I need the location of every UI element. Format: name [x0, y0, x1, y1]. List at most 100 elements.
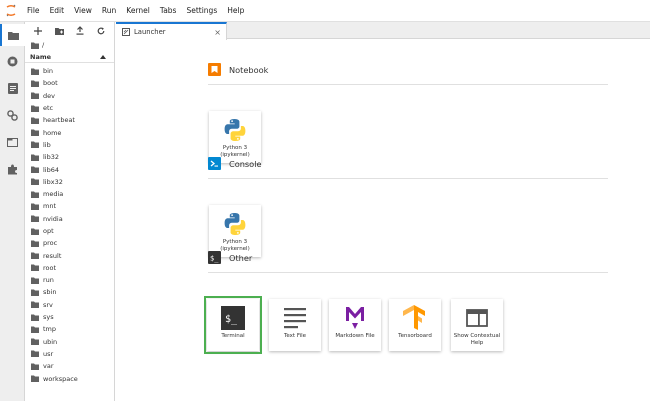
column-name-header[interactable]: Name — [30, 53, 51, 61]
folder-icon — [31, 375, 39, 383]
text-file-card[interactable]: Text File — [269, 299, 321, 351]
folder-icon — [31, 326, 39, 333]
folder-icon — [31, 350, 39, 358]
breadcrumb: / — [25, 39, 114, 51]
menu-kernel[interactable]: Kernel — [121, 0, 155, 22]
plus-icon — [34, 26, 43, 35]
open-tabs-tab[interactable] — [0, 131, 25, 153]
file-list-item[interactable]: lib32 — [25, 151, 114, 163]
file-list-item[interactable]: proc — [25, 237, 114, 249]
folder-icon[interactable] — [31, 42, 39, 49]
folder-icon — [31, 166, 39, 174]
file-list-item[interactable]: lib64 — [25, 163, 114, 175]
notebook-divider — [208, 84, 608, 85]
menu-help[interactable]: Help — [222, 0, 249, 22]
markdown-file-card[interactable]: Markdown File — [329, 299, 381, 351]
file-name: lib64 — [43, 165, 60, 174]
new-launcher-button[interactable] — [31, 24, 45, 38]
notebook-python3-card[interactable]: Python 3 (ipykernel) — [209, 111, 261, 163]
file-list-item[interactable]: libx32 — [25, 176, 114, 188]
contextual-help-card[interactable]: Show Contextual Help — [451, 299, 503, 351]
file-list-item[interactable]: bin — [25, 65, 114, 77]
breadcrumb-root[interactable]: / — [42, 41, 44, 49]
new-folder-button[interactable] — [52, 24, 66, 38]
folder-icon — [31, 178, 39, 186]
file-list-item[interactable]: opt — [25, 225, 114, 237]
file-list-item[interactable]: ubin — [25, 336, 114, 348]
menu-edit[interactable]: Edit — [45, 0, 70, 22]
folder-icon — [31, 252, 39, 260]
menu-view[interactable]: View — [69, 0, 97, 22]
console-python3-card[interactable]: Python 3 (ipykernel) — [209, 205, 261, 257]
folder-icon — [31, 363, 39, 370]
card-label: Terminal — [221, 333, 245, 339]
folder-icon — [31, 301, 39, 309]
file-list-item[interactable]: nvidia — [25, 213, 114, 225]
file-browser-tab[interactable] — [0, 24, 25, 46]
folder-icon — [31, 117, 39, 124]
file-list-item[interactable]: sbin — [25, 286, 114, 298]
menu-settings[interactable]: Settings — [181, 0, 222, 22]
terminal-icon: $_ — [221, 303, 245, 333]
markdown-icon — [344, 303, 366, 333]
card-label: Text File — [283, 333, 307, 339]
file-list-item[interactable]: workspace — [25, 372, 114, 384]
file-list-item[interactable]: media — [25, 188, 114, 200]
tab-close-icon[interactable]: × — [214, 28, 221, 37]
file-list-item[interactable]: srv — [25, 299, 114, 311]
file-list-item[interactable]: usr — [25, 348, 114, 360]
file-name: workspace — [43, 374, 78, 383]
file-list-item[interactable]: run — [25, 274, 114, 286]
tensorboard-card[interactable]: Tensorboard — [389, 299, 441, 351]
commands-tab[interactable] — [0, 77, 25, 99]
file-list-item[interactable]: home — [25, 126, 114, 138]
file-list-item[interactable]: mnt — [25, 200, 114, 212]
menu-file[interactable]: File — [22, 0, 45, 22]
folder-icon — [31, 314, 39, 321]
terminal-card[interactable]: $_ Terminal — [204, 296, 262, 354]
upload-button[interactable] — [73, 24, 87, 38]
file-list-item[interactable]: lib — [25, 139, 114, 151]
running-terminals-tab[interactable] — [0, 50, 25, 72]
file-list-item[interactable]: dev — [25, 90, 114, 102]
file-list-item[interactable]: sys — [25, 311, 114, 323]
menu-run[interactable]: Run — [97, 0, 121, 22]
file-name: ubin — [43, 337, 58, 346]
file-name: dev — [43, 91, 55, 100]
file-list-item[interactable]: result — [25, 249, 114, 261]
file-list-item[interactable]: heartbeat — [25, 114, 114, 126]
tab-bar: Launcher × — [116, 22, 650, 40]
extension-manager-tab[interactable] — [0, 158, 25, 180]
file-name: mnt — [43, 202, 56, 211]
file-list-item[interactable]: tmp — [25, 323, 114, 335]
property-inspector-tab[interactable] — [0, 104, 25, 126]
file-list-header[interactable]: Name — [25, 51, 114, 63]
file-name: boot — [43, 79, 58, 88]
file-name: nvidia — [43, 214, 63, 223]
folder-icon — [31, 68, 39, 75]
file-browser-toolbar — [25, 22, 114, 39]
other-section-title: Other — [229, 252, 253, 263]
other-section-icon: $_ — [208, 251, 221, 264]
upload-icon — [76, 26, 84, 35]
file-list-item[interactable]: var — [25, 360, 114, 372]
menu-tabs[interactable]: Tabs — [155, 0, 182, 22]
running-icon — [7, 56, 18, 66]
tab-launcher[interactable]: Launcher × — [116, 22, 227, 40]
launcher-panel: Notebook Python 3 (ipykernel) Console Py… — [116, 40, 650, 401]
console-divider — [208, 178, 608, 179]
file-browser-panel: / Name bin boot dev etc heartbeat home lib lib3… — [25, 22, 115, 401]
file-name: heartbeat — [43, 116, 75, 125]
main-dock-area: Launcher × Notebook Python 3 (ipykernel) — [116, 22, 650, 401]
file-list-item[interactable]: etc — [25, 102, 114, 114]
file-name: libx32 — [43, 177, 63, 186]
other-section-header: $_ Other — [208, 251, 252, 264]
file-name: tmp — [43, 325, 57, 334]
refresh-icon — [97, 27, 105, 34]
refresh-button[interactable] — [94, 24, 108, 38]
folder-icon — [31, 203, 39, 210]
file-list-item[interactable]: boot — [25, 77, 114, 89]
file-list-item[interactable]: root — [25, 262, 114, 274]
file-name: srv — [43, 300, 53, 309]
file-name: result — [43, 251, 62, 260]
